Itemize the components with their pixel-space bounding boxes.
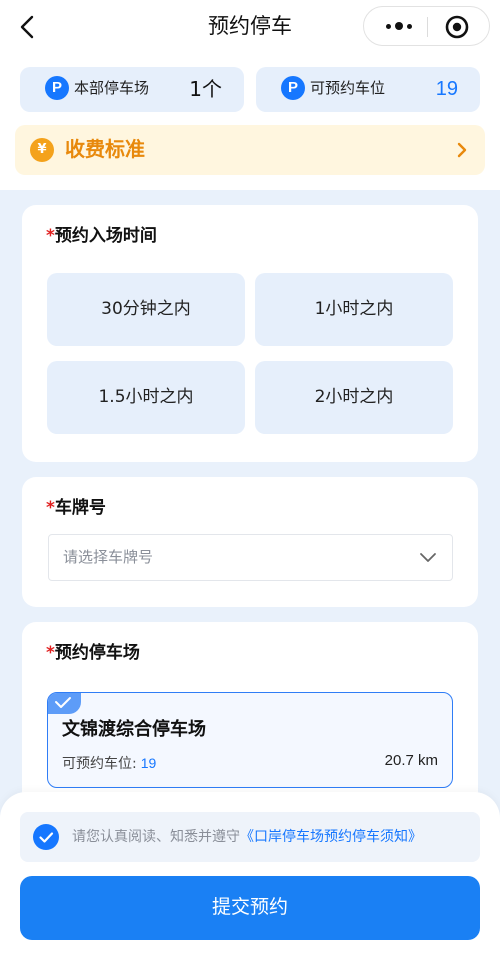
- bottom-action-sheet: 请您认真阅读、知悉并遵守《口岸停车场预约停车须知》 提交预约: [0, 792, 500, 975]
- parking-lot-title: *预约停车场: [46, 643, 140, 663]
- plate-number-card: *车牌号 请选择车牌号: [22, 477, 478, 607]
- parking-lot-distance: 20.7 km: [384, 752, 438, 769]
- plate-placeholder: 请选择车牌号: [63, 548, 154, 566]
- more-icon[interactable]: [379, 15, 419, 37]
- parking-lot-option[interactable]: 文锦渡综合停车场 可预约车位: 19 20.7 km: [47, 692, 453, 788]
- stat-card-available-spaces: P 可预约车位 19: [256, 67, 480, 112]
- submit-reservation-button[interactable]: 提交预约: [20, 876, 480, 940]
- parking-icon: P: [45, 76, 69, 100]
- stat-value: 19: [435, 78, 458, 100]
- parking-lot-name: 文锦渡综合停车场: [62, 719, 206, 740]
- plate-number-title: *车牌号: [46, 498, 106, 518]
- agreement-text: 请您认真阅读、知悉并遵守《口岸停车场预约停车须知》: [72, 829, 422, 845]
- parking-reserve-icon: P: [281, 76, 305, 100]
- fee-standard-label: 收费标准: [65, 137, 145, 161]
- required-mark: *: [46, 498, 55, 518]
- entry-time-card: *预约入场时间 30分钟之内 1小时之内 1.5小时之内 2小时之内: [22, 205, 478, 462]
- time-option-1h[interactable]: 1小时之内: [255, 273, 453, 346]
- selected-check-icon: [48, 693, 81, 714]
- stat-label: 本部停车场: [74, 79, 150, 97]
- back-icon[interactable]: [14, 12, 44, 42]
- required-mark: *: [46, 643, 55, 663]
- chevron-down-icon: [418, 549, 438, 567]
- availability-value: 19: [140, 755, 157, 771]
- agreement-row[interactable]: 请您认真阅读、知悉并遵守《口岸停车场预约停车须知》: [20, 812, 480, 862]
- agreement-checkbox-checked-icon[interactable]: [33, 824, 59, 850]
- yuan-coin-icon: ¥: [30, 138, 54, 162]
- mini-program-capsule: [363, 6, 490, 46]
- stat-label: 可预约车位: [310, 79, 386, 97]
- entry-time-title: *预约入场时间: [46, 226, 157, 246]
- time-option-2h[interactable]: 2小时之内: [255, 361, 453, 434]
- parking-lot-availability: 可预约车位: 19: [62, 755, 157, 772]
- agreement-link[interactable]: 《口岸停车场预约停车须知》: [240, 829, 422, 845]
- close-mini-program-icon[interactable]: [444, 14, 470, 40]
- fee-standard-banner[interactable]: ¥ 收费标准: [15, 125, 485, 175]
- nav-bar: 预约停车: [0, 0, 500, 55]
- plate-number-select[interactable]: 请选择车牌号: [48, 534, 453, 581]
- required-mark: *: [46, 226, 55, 246]
- stat-card-parking-lots: P 本部停车场 1个: [20, 67, 244, 112]
- chevron-right-icon: [453, 138, 471, 162]
- capsule-divider: [427, 17, 428, 37]
- time-option-30min[interactable]: 30分钟之内: [47, 273, 245, 346]
- time-option-1-5h[interactable]: 1.5小时之内: [47, 361, 245, 434]
- stat-value: 1个: [189, 77, 222, 101]
